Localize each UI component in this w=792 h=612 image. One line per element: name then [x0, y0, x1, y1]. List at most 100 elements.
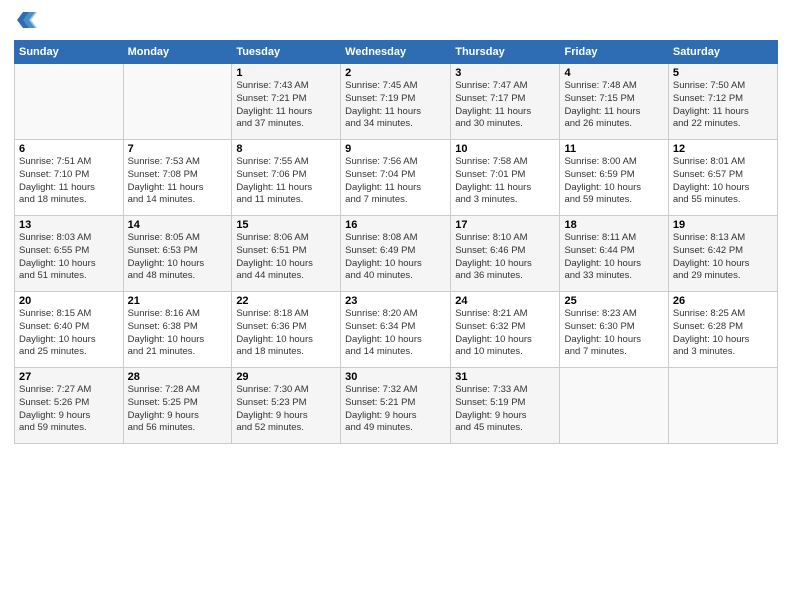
day-cell: 11Sunrise: 8:00 AM Sunset: 6:59 PM Dayli…: [560, 140, 668, 216]
day-number: 31: [455, 371, 555, 383]
header-cell-saturday: Saturday: [668, 41, 777, 64]
day-cell: 26Sunrise: 8:25 AM Sunset: 6:28 PM Dayli…: [668, 292, 777, 368]
day-cell: 21Sunrise: 8:16 AM Sunset: 6:38 PM Dayli…: [123, 292, 232, 368]
day-info: Sunrise: 7:48 AM Sunset: 7:15 PM Dayligh…: [564, 80, 663, 131]
day-info: Sunrise: 7:51 AM Sunset: 7:10 PM Dayligh…: [19, 156, 119, 207]
day-number: 30: [345, 371, 446, 383]
day-number: 15: [236, 219, 336, 231]
day-info: Sunrise: 7:28 AM Sunset: 5:25 PM Dayligh…: [128, 384, 228, 435]
day-cell: 14Sunrise: 8:05 AM Sunset: 6:53 PM Dayli…: [123, 216, 232, 292]
day-info: Sunrise: 8:25 AM Sunset: 6:28 PM Dayligh…: [673, 308, 773, 359]
day-info: Sunrise: 8:16 AM Sunset: 6:38 PM Dayligh…: [128, 308, 228, 359]
day-number: 22: [236, 295, 336, 307]
day-info: Sunrise: 7:56 AM Sunset: 7:04 PM Dayligh…: [345, 156, 446, 207]
day-cell: 1Sunrise: 7:43 AM Sunset: 7:21 PM Daylig…: [232, 64, 341, 140]
day-number: 21: [128, 295, 228, 307]
day-cell: 23Sunrise: 8:20 AM Sunset: 6:34 PM Dayli…: [341, 292, 451, 368]
day-info: Sunrise: 7:33 AM Sunset: 5:19 PM Dayligh…: [455, 384, 555, 435]
day-number: 13: [19, 219, 119, 231]
day-info: Sunrise: 7:47 AM Sunset: 7:17 PM Dayligh…: [455, 80, 555, 131]
day-number: 7: [128, 143, 228, 155]
day-number: 19: [673, 219, 773, 231]
day-cell: [668, 368, 777, 444]
day-info: Sunrise: 8:03 AM Sunset: 6:55 PM Dayligh…: [19, 232, 119, 283]
day-cell: 6Sunrise: 7:51 AM Sunset: 7:10 PM Daylig…: [15, 140, 124, 216]
day-cell: 5Sunrise: 7:50 AM Sunset: 7:12 PM Daylig…: [668, 64, 777, 140]
day-info: Sunrise: 8:10 AM Sunset: 6:46 PM Dayligh…: [455, 232, 555, 283]
day-cell: 4Sunrise: 7:48 AM Sunset: 7:15 PM Daylig…: [560, 64, 668, 140]
day-number: 5: [673, 67, 773, 79]
calendar-table: SundayMondayTuesdayWednesdayThursdayFrid…: [14, 40, 778, 444]
day-number: 25: [564, 295, 663, 307]
day-number: 3: [455, 67, 555, 79]
day-cell: 20Sunrise: 8:15 AM Sunset: 6:40 PM Dayli…: [15, 292, 124, 368]
day-cell: 15Sunrise: 8:06 AM Sunset: 6:51 PM Dayli…: [232, 216, 341, 292]
day-number: 12: [673, 143, 773, 155]
day-info: Sunrise: 8:01 AM Sunset: 6:57 PM Dayligh…: [673, 156, 773, 207]
day-number: 26: [673, 295, 773, 307]
day-cell: 9Sunrise: 7:56 AM Sunset: 7:04 PM Daylig…: [341, 140, 451, 216]
day-info: Sunrise: 7:55 AM Sunset: 7:06 PM Dayligh…: [236, 156, 336, 207]
header-cell-friday: Friday: [560, 41, 668, 64]
day-number: 27: [19, 371, 119, 383]
day-number: 28: [128, 371, 228, 383]
day-cell: [123, 64, 232, 140]
week-row-4: 20Sunrise: 8:15 AM Sunset: 6:40 PM Dayli…: [15, 292, 778, 368]
day-cell: [15, 64, 124, 140]
day-cell: 13Sunrise: 8:03 AM Sunset: 6:55 PM Dayli…: [15, 216, 124, 292]
day-info: Sunrise: 8:11 AM Sunset: 6:44 PM Dayligh…: [564, 232, 663, 283]
day-cell: 17Sunrise: 8:10 AM Sunset: 6:46 PM Dayli…: [451, 216, 560, 292]
day-info: Sunrise: 8:20 AM Sunset: 6:34 PM Dayligh…: [345, 308, 446, 359]
day-cell: 7Sunrise: 7:53 AM Sunset: 7:08 PM Daylig…: [123, 140, 232, 216]
week-row-3: 13Sunrise: 8:03 AM Sunset: 6:55 PM Dayli…: [15, 216, 778, 292]
calendar-header: SundayMondayTuesdayWednesdayThursdayFrid…: [15, 41, 778, 64]
day-info: Sunrise: 7:43 AM Sunset: 7:21 PM Dayligh…: [236, 80, 336, 131]
day-number: 29: [236, 371, 336, 383]
day-info: Sunrise: 8:13 AM Sunset: 6:42 PM Dayligh…: [673, 232, 773, 283]
day-cell: 29Sunrise: 7:30 AM Sunset: 5:23 PM Dayli…: [232, 368, 341, 444]
day-number: 20: [19, 295, 119, 307]
header-row: SundayMondayTuesdayWednesdayThursdayFrid…: [15, 41, 778, 64]
day-info: Sunrise: 8:05 AM Sunset: 6:53 PM Dayligh…: [128, 232, 228, 283]
day-number: 2: [345, 67, 446, 79]
day-info: Sunrise: 7:50 AM Sunset: 7:12 PM Dayligh…: [673, 80, 773, 131]
day-number: 23: [345, 295, 446, 307]
logo: [14, 10, 37, 34]
day-cell: 10Sunrise: 7:58 AM Sunset: 7:01 PM Dayli…: [451, 140, 560, 216]
week-row-2: 6Sunrise: 7:51 AM Sunset: 7:10 PM Daylig…: [15, 140, 778, 216]
day-cell: 25Sunrise: 8:23 AM Sunset: 6:30 PM Dayli…: [560, 292, 668, 368]
logo-icon: [15, 10, 37, 32]
header-cell-monday: Monday: [123, 41, 232, 64]
day-cell: 2Sunrise: 7:45 AM Sunset: 7:19 PM Daylig…: [341, 64, 451, 140]
day-info: Sunrise: 8:00 AM Sunset: 6:59 PM Dayligh…: [564, 156, 663, 207]
day-number: 24: [455, 295, 555, 307]
day-cell: 16Sunrise: 8:08 AM Sunset: 6:49 PM Dayli…: [341, 216, 451, 292]
day-number: 8: [236, 143, 336, 155]
day-number: 17: [455, 219, 555, 231]
day-info: Sunrise: 7:32 AM Sunset: 5:21 PM Dayligh…: [345, 384, 446, 435]
day-cell: 18Sunrise: 8:11 AM Sunset: 6:44 PM Dayli…: [560, 216, 668, 292]
header-cell-tuesday: Tuesday: [232, 41, 341, 64]
day-number: 4: [564, 67, 663, 79]
day-info: Sunrise: 8:23 AM Sunset: 6:30 PM Dayligh…: [564, 308, 663, 359]
day-info: Sunrise: 7:58 AM Sunset: 7:01 PM Dayligh…: [455, 156, 555, 207]
day-cell: 8Sunrise: 7:55 AM Sunset: 7:06 PM Daylig…: [232, 140, 341, 216]
day-cell: 22Sunrise: 8:18 AM Sunset: 6:36 PM Dayli…: [232, 292, 341, 368]
day-number: 1: [236, 67, 336, 79]
day-info: Sunrise: 8:08 AM Sunset: 6:49 PM Dayligh…: [345, 232, 446, 283]
day-info: Sunrise: 8:21 AM Sunset: 6:32 PM Dayligh…: [455, 308, 555, 359]
day-cell: 30Sunrise: 7:32 AM Sunset: 5:21 PM Dayli…: [341, 368, 451, 444]
day-info: Sunrise: 8:06 AM Sunset: 6:51 PM Dayligh…: [236, 232, 336, 283]
day-info: Sunrise: 7:45 AM Sunset: 7:19 PM Dayligh…: [345, 80, 446, 131]
page-container: SundayMondayTuesdayWednesdayThursdayFrid…: [0, 0, 792, 612]
day-number: 10: [455, 143, 555, 155]
page-header: [14, 10, 778, 34]
day-cell: [560, 368, 668, 444]
day-cell: 19Sunrise: 8:13 AM Sunset: 6:42 PM Dayli…: [668, 216, 777, 292]
day-cell: 12Sunrise: 8:01 AM Sunset: 6:57 PM Dayli…: [668, 140, 777, 216]
day-cell: 31Sunrise: 7:33 AM Sunset: 5:19 PM Dayli…: [451, 368, 560, 444]
day-number: 9: [345, 143, 446, 155]
day-info: Sunrise: 7:30 AM Sunset: 5:23 PM Dayligh…: [236, 384, 336, 435]
day-info: Sunrise: 8:15 AM Sunset: 6:40 PM Dayligh…: [19, 308, 119, 359]
header-cell-sunday: Sunday: [15, 41, 124, 64]
